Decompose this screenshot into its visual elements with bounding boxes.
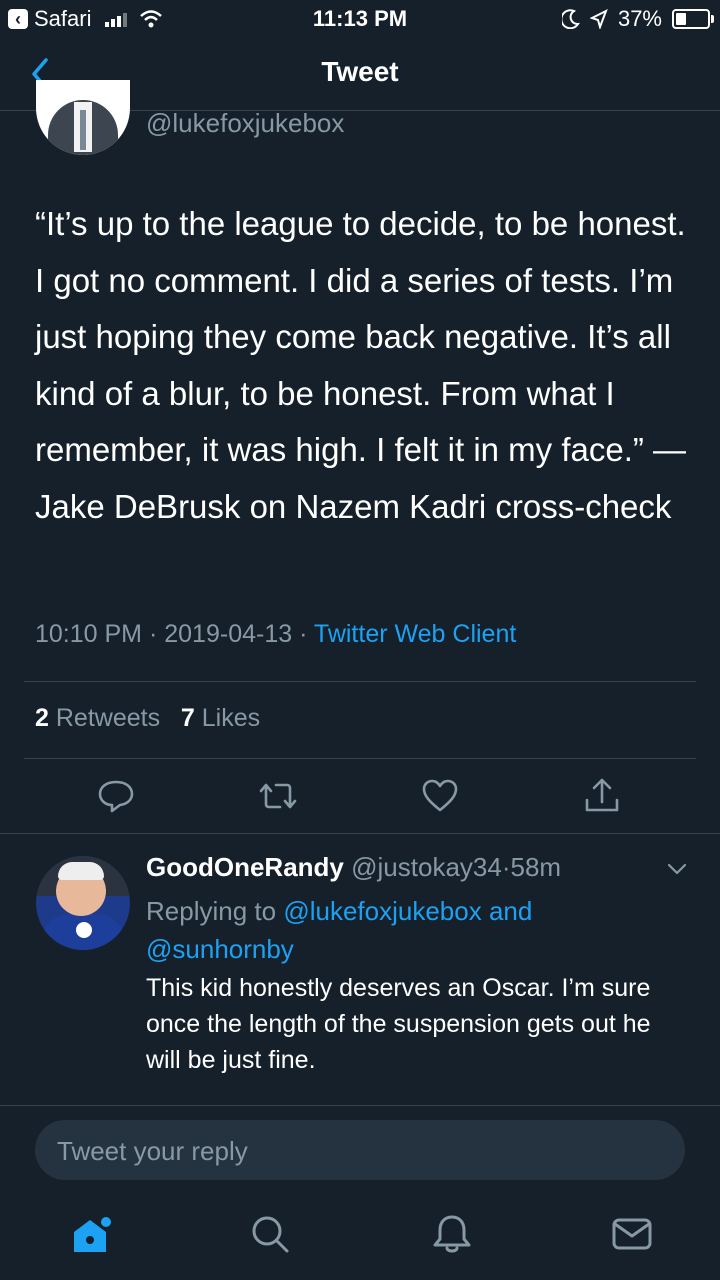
meta-separator: · bbox=[299, 620, 308, 648]
reply-age: 58m bbox=[510, 852, 562, 882]
tab-bar bbox=[0, 1196, 720, 1280]
moon-icon bbox=[561, 9, 580, 29]
location-icon bbox=[589, 9, 608, 29]
messages-icon[interactable] bbox=[610, 1212, 654, 1256]
tweet-actions bbox=[0, 770, 720, 820]
avatar-hair bbox=[58, 862, 104, 880]
replying-and[interactable]: and bbox=[489, 896, 532, 926]
meta-separator: · bbox=[148, 620, 158, 648]
tweet-client-link[interactable]: Twitter Web Client bbox=[314, 620, 516, 648]
replying-user-link[interactable]: @lukefoxjukebox bbox=[283, 896, 481, 926]
search-icon[interactable] bbox=[248, 1212, 292, 1256]
home-icon[interactable] bbox=[70, 1212, 114, 1256]
retweet-icon[interactable] bbox=[258, 776, 298, 816]
reply-handle[interactable]: @justokay34 bbox=[351, 852, 502, 882]
tweet-stats: 2 Retweets 7 Likes bbox=[35, 704, 260, 733]
replying-to: Replying to @lukefoxjukebox and @sunhorn… bbox=[146, 892, 666, 968]
author-avatar[interactable] bbox=[36, 80, 130, 155]
tweet-time: 10:10 PM bbox=[35, 620, 143, 648]
retweets-label: Retweets bbox=[55, 704, 161, 732]
reply-input[interactable]: Tweet your reply bbox=[35, 1120, 685, 1180]
likes-stat[interactable]: 7 Likes bbox=[181, 704, 260, 732]
status-bar: ‹ Safari 11:13 PM 37% bbox=[0, 0, 720, 36]
compose-bar: Tweet your reply bbox=[0, 1105, 720, 1196]
likes-label: Likes bbox=[201, 704, 261, 732]
retweets-count: 2 bbox=[35, 704, 49, 732]
avatar-tie bbox=[80, 110, 86, 150]
reply-display-name[interactable]: GoodOneRandy bbox=[146, 852, 344, 882]
share-icon[interactable] bbox=[582, 776, 622, 816]
author-handle[interactable]: @lukefoxjukebox bbox=[146, 108, 344, 139]
like-icon[interactable] bbox=[420, 776, 460, 816]
notifications-icon[interactable] bbox=[430, 1212, 474, 1256]
chevron-down-icon[interactable] bbox=[666, 858, 688, 880]
divider bbox=[24, 681, 696, 682]
battery-icon bbox=[672, 9, 714, 29]
reply-icon[interactable] bbox=[96, 776, 136, 816]
divider bbox=[24, 758, 696, 759]
tweet-text: “It’s up to the league to decide, to be … bbox=[35, 205, 687, 525]
reply-input-placeholder: Tweet your reply bbox=[57, 1136, 248, 1166]
reply-tweet[interactable]: GoodOneRandy @justokay34·58m Replying to… bbox=[0, 838, 720, 1108]
divider bbox=[0, 833, 720, 834]
retweets-stat[interactable]: 2 Retweets bbox=[35, 704, 160, 732]
battery-percent: 37% bbox=[617, 6, 662, 31]
reply-text: This kid honestly deserves an Oscar. I’m… bbox=[146, 974, 651, 1074]
replying-user-link[interactable]: @sunhornby bbox=[146, 934, 294, 964]
reply-avatar[interactable] bbox=[36, 856, 130, 950]
avatar-logo bbox=[76, 922, 92, 938]
replying-prefix: Replying to bbox=[146, 896, 277, 926]
battery-level bbox=[676, 13, 686, 25]
likes-count: 7 bbox=[180, 704, 195, 732]
reply-header: GoodOneRandy @justokay34·58m bbox=[146, 852, 561, 883]
tweet-date: 2019-04-13 bbox=[164, 620, 293, 648]
tweet-meta: 10:10 PM · 2019-04-13 · Twitter Web Clie… bbox=[35, 620, 516, 649]
reply-separator: · bbox=[501, 852, 511, 882]
